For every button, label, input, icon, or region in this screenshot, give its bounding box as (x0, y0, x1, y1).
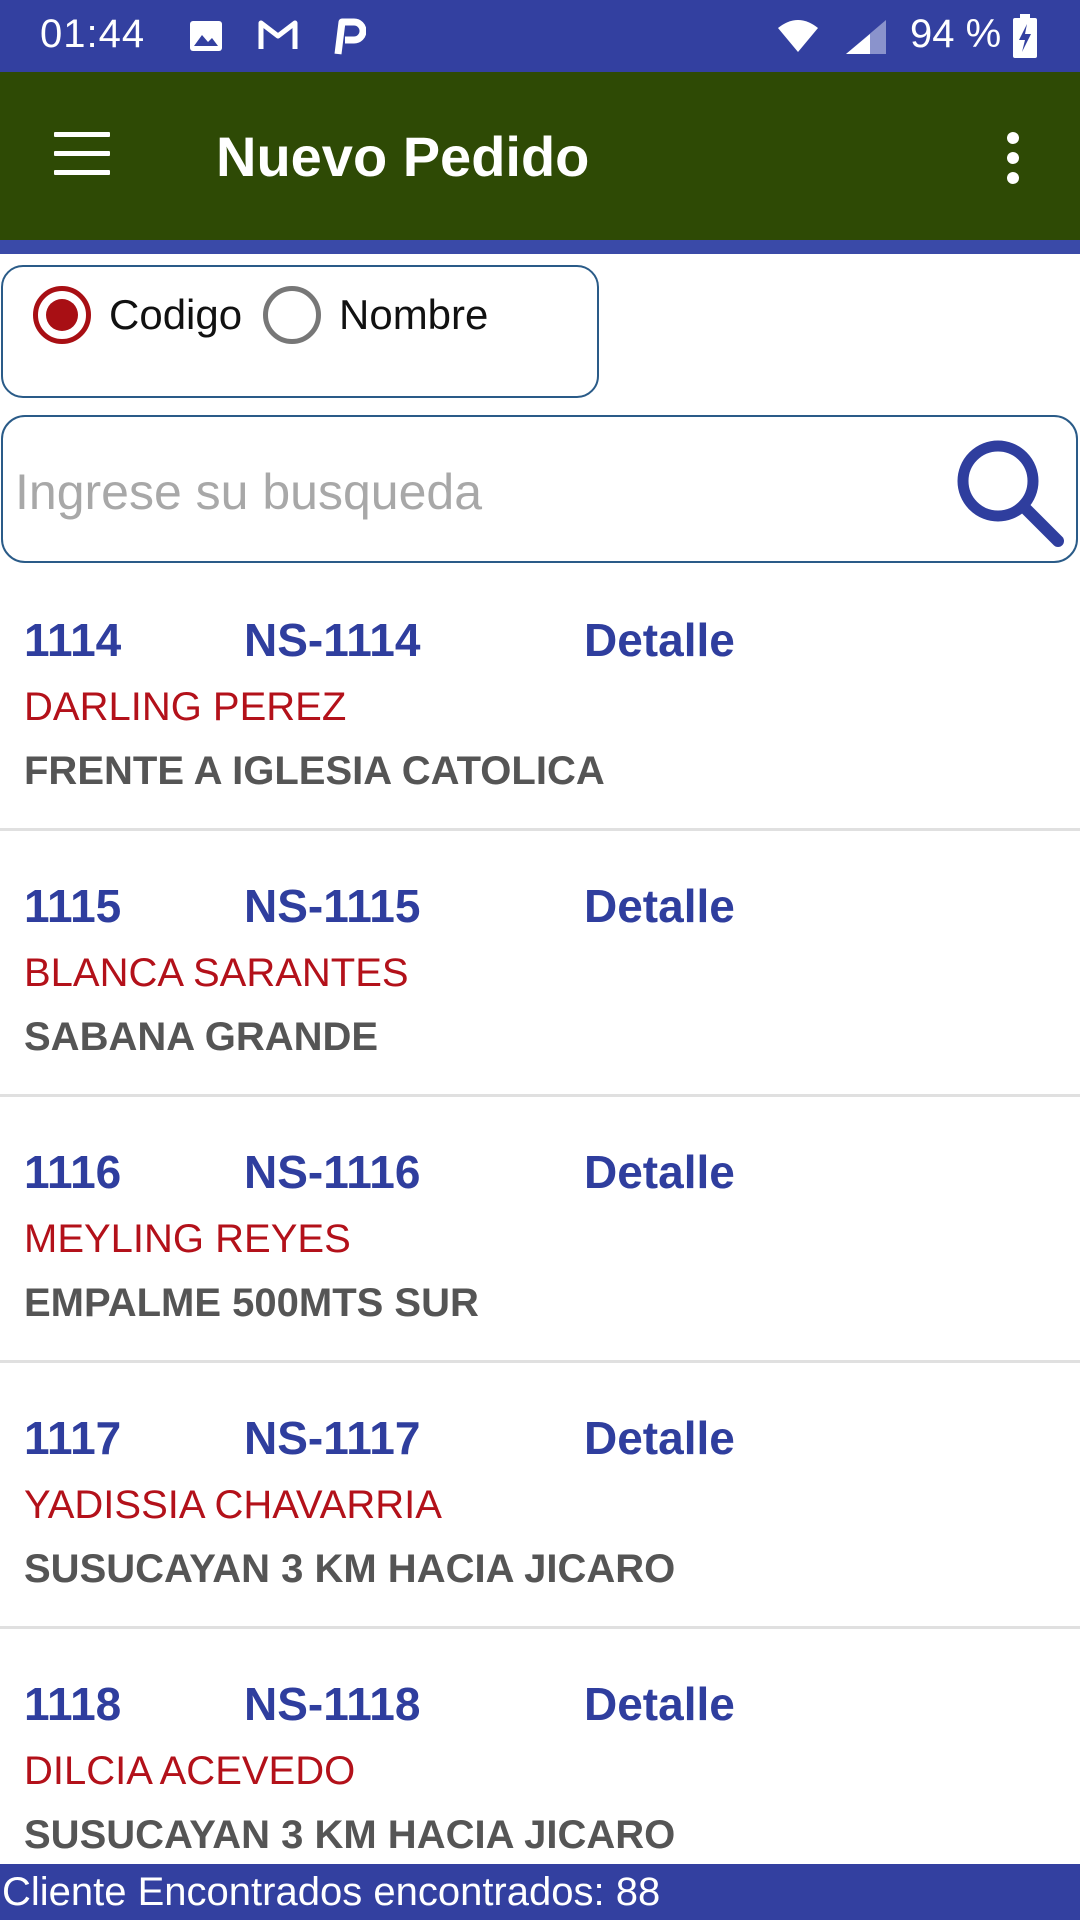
detail-link[interactable]: Detalle (584, 1677, 735, 1731)
detail-link[interactable]: Detalle (584, 879, 735, 933)
p-app-icon (334, 18, 366, 55)
client-ref: NS-1118 (244, 1678, 421, 1730)
detail-link[interactable]: Detalle (584, 1411, 735, 1465)
client-name: YADISSIA CHAVARRIA (24, 1483, 442, 1527)
list-item[interactable]: 1118 NS-1118 Detalle DILCIA ACEVEDO SUSU… (0, 1629, 1080, 1895)
client-address: EMPALME 500MTS SUR (24, 1281, 479, 1325)
image-icon (190, 21, 222, 51)
radio-nombre-label: Nombre (339, 291, 489, 338)
search-icon[interactable] (948, 433, 1068, 551)
signal-icon (846, 20, 886, 54)
client-address: SABANA GRANDE (24, 1015, 379, 1059)
page-title: Nuevo Pedido (216, 125, 590, 188)
detail-link[interactable]: Detalle (584, 1145, 735, 1199)
more-vert-icon[interactable] (1000, 128, 1028, 188)
list-item[interactable]: 1115 NS-1115 Detalle BLANCA SARANTES SAB… (0, 831, 1080, 1097)
results-count-bar: Cliente Encontrados encontrados: 88 (0, 1864, 1080, 1920)
client-name: DARLING PEREZ (24, 685, 347, 729)
list-item[interactable]: 1117 NS-1117 Detalle YADISSIA CHAVARRIA … (0, 1363, 1080, 1629)
search-box (1, 415, 1078, 563)
app-bar-divider (0, 240, 1080, 254)
gmail-icon (258, 20, 298, 49)
battery-charging-icon (1013, 14, 1037, 58)
client-ref: NS-1115 (244, 880, 421, 932)
list-item[interactable]: 1114 NS-1114 Detalle DARLING PEREZ FRENT… (0, 565, 1080, 831)
client-code: 1115 (24, 880, 122, 932)
client-list: 1114 NS-1114 Detalle DARLING PEREZ FRENT… (0, 565, 1080, 1895)
detail-link[interactable]: Detalle (584, 613, 735, 667)
client-code: 1114 (24, 614, 122, 666)
wifi-icon (778, 20, 818, 52)
client-ref: NS-1117 (244, 1412, 421, 1464)
list-item[interactable]: 1116 NS-1116 Detalle MEYLING REYES EMPAL… (0, 1097, 1080, 1363)
client-code: 1118 (24, 1678, 122, 1730)
client-ref: NS-1114 (244, 614, 421, 666)
client-address: FRENTE A IGLESIA CATOLICA (24, 749, 605, 793)
status-bar: 01:44 94 % (0, 0, 1080, 72)
radio-codigo[interactable]: Codigo (33, 285, 242, 345)
radio-checked-icon[interactable] (33, 286, 91, 344)
client-ref: NS-1116 (244, 1146, 421, 1198)
status-time: 01:44 (40, 12, 146, 56)
client-name: DILCIA ACEVEDO (24, 1749, 356, 1793)
battery-percent: 94 % (910, 12, 1002, 56)
hamburger-menu-icon[interactable] (54, 130, 112, 178)
client-address: SUSUCAYAN 3 KM HACIA JICARO (24, 1813, 676, 1857)
client-address: SUSUCAYAN 3 KM HACIA JICARO (24, 1547, 676, 1591)
client-name: MEYLING REYES (24, 1217, 351, 1261)
client-name: BLANCA SARANTES (24, 951, 409, 995)
client-code: 1117 (24, 1412, 122, 1464)
search-mode-group: Codigo Nombre (1, 265, 599, 398)
client-code: 1116 (24, 1146, 122, 1198)
radio-unchecked-icon[interactable] (263, 286, 321, 344)
search-input[interactable] (15, 457, 895, 527)
radio-codigo-label: Codigo (109, 291, 243, 338)
radio-nombre[interactable]: Nombre (263, 285, 488, 345)
